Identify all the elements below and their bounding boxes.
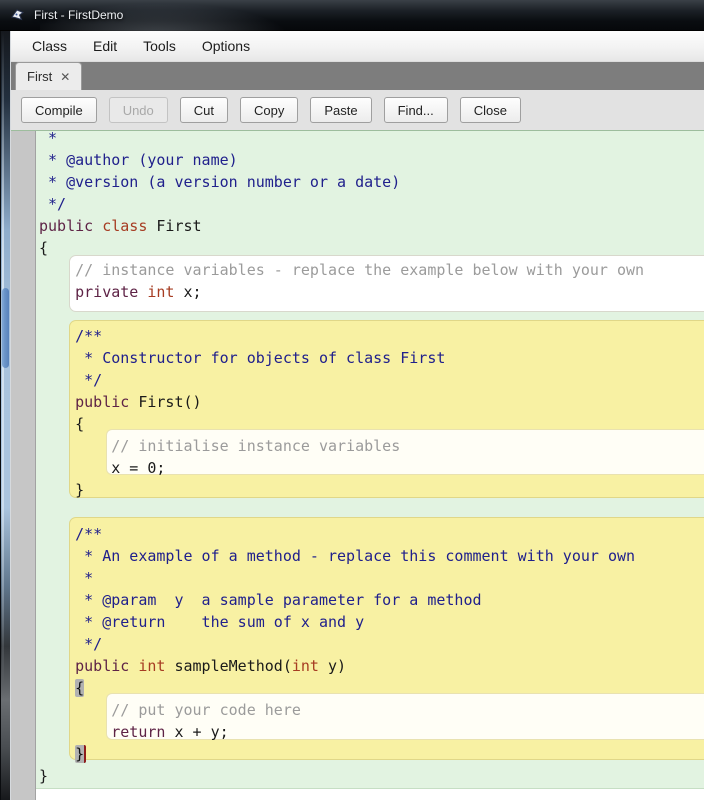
- code-token: *: [39, 131, 57, 147]
- code-token: {: [39, 415, 84, 433]
- code-token: // instance variables - replace the exam…: [39, 261, 644, 279]
- code-line: }: [36, 743, 704, 765]
- toolbar-button-close[interactable]: Close: [460, 97, 521, 123]
- code-token: public: [39, 217, 102, 235]
- editor-gutter[interactable]: [11, 131, 36, 800]
- code-line: /**: [36, 325, 704, 347]
- code-line: *: [36, 567, 704, 589]
- menu-item-class[interactable]: Class: [19, 31, 80, 61]
- code-lines: * * @author (your name) * @version (a ve…: [36, 131, 704, 787]
- app-icon: [10, 7, 26, 23]
- code-token: x;: [184, 283, 202, 301]
- code-token: }: [39, 481, 84, 499]
- code-token: {: [39, 239, 48, 257]
- editor: * * @author (your name) * @version (a ve…: [11, 130, 704, 800]
- code-line: }: [36, 765, 704, 787]
- code-token: */: [39, 635, 102, 653]
- tab-row: First ✕: [11, 62, 704, 90]
- code-line: *: [36, 131, 704, 149]
- window-titlebar[interactable]: First - FirstDemo: [0, 0, 704, 31]
- code-line: public int sampleMethod(int y): [36, 655, 704, 677]
- code-line: */: [36, 193, 704, 215]
- code-line: * @version (a version number or a date): [36, 171, 704, 193]
- frame-glass-highlight: [2, 31, 4, 800]
- code-token: public: [39, 393, 138, 411]
- tab-close-icon[interactable]: ✕: [60, 71, 70, 83]
- code-token: First(): [138, 393, 201, 411]
- code-token: * Constructor for objects of class First: [39, 349, 445, 367]
- menu-item-edit[interactable]: Edit: [80, 31, 130, 61]
- toolbar-button-copy[interactable]: Copy: [240, 97, 298, 123]
- code-token: [39, 679, 75, 697]
- code-token: y): [319, 657, 346, 675]
- code-line: [36, 501, 704, 523]
- code-line: */: [36, 633, 704, 655]
- code-token: }: [75, 745, 86, 763]
- code-line: public class First: [36, 215, 704, 237]
- code-token: public: [39, 657, 138, 675]
- code-line: return x + y;: [36, 721, 704, 743]
- tab-label: First: [27, 69, 52, 84]
- toolbar-button-cut[interactable]: Cut: [180, 97, 228, 123]
- code-line: {: [36, 677, 704, 699]
- code-line: x = 0;: [36, 457, 704, 479]
- editor-window: ClassEditToolsOptions First ✕ Compile Und…: [10, 31, 704, 800]
- code-token: // put your code here: [39, 701, 301, 719]
- code-token: }: [39, 767, 48, 785]
- code-token: */: [39, 371, 102, 389]
- tab-first[interactable]: First ✕: [15, 62, 82, 90]
- code-line: // instance variables - replace the exam…: [36, 259, 704, 281]
- menu-item-options[interactable]: Options: [189, 31, 263, 61]
- code-line: * Constructor for objects of class First: [36, 347, 704, 369]
- code-token: * @param y a sample parameter for a meth…: [39, 591, 482, 609]
- screen: { "window": { "title": "First - FirstDem…: [0, 0, 704, 800]
- code-line: /**: [36, 523, 704, 545]
- code-line: public First(): [36, 391, 704, 413]
- code-token: int: [138, 657, 174, 675]
- code-token: private: [39, 283, 147, 301]
- toolbar-button-paste[interactable]: Paste: [310, 97, 371, 123]
- code-line: * @return the sum of x and y: [36, 611, 704, 633]
- code-token: * @author (your name): [39, 151, 238, 169]
- code-area[interactable]: * * @author (your name) * @version (a ve…: [36, 131, 704, 800]
- code-token: x + y;: [174, 723, 228, 741]
- toolbar-button-undo[interactable]: Undo: [109, 97, 168, 123]
- code-token: int: [147, 283, 183, 301]
- code-token: return: [39, 723, 174, 741]
- code-line: [36, 303, 704, 325]
- code-token: sampleMethod(: [174, 657, 291, 675]
- code-token: /**: [39, 525, 102, 543]
- code-token: x = 0;: [39, 459, 165, 477]
- menu-bar: ClassEditToolsOptions: [11, 31, 704, 62]
- code-token: *: [39, 569, 93, 587]
- code-token: * @version (a version number or a date): [39, 173, 400, 191]
- code-line: {: [36, 237, 704, 259]
- code-token: // initialise instance variables: [39, 437, 400, 455]
- code-line: */: [36, 369, 704, 391]
- code-token: int: [292, 657, 319, 675]
- code-token: [39, 745, 75, 763]
- code-token: * @return the sum of x and y: [39, 613, 364, 631]
- code-token: First: [156, 217, 201, 235]
- code-line: // put your code here: [36, 699, 704, 721]
- window-frame-edge: [0, 31, 10, 800]
- code-line: }: [36, 479, 704, 501]
- frame-glass-blue-streak: [2, 288, 9, 368]
- toolbar-button-compile[interactable]: Compile: [21, 97, 97, 123]
- code-token: class: [102, 217, 156, 235]
- code-token: */: [39, 195, 66, 213]
- code-token: {: [75, 679, 84, 697]
- code-line: // initialise instance variables: [36, 435, 704, 457]
- toolbar-button-find[interactable]: Find...: [384, 97, 448, 123]
- code-token: * An example of a method - replace this …: [39, 547, 635, 565]
- toolbar: Compile Undo Cut Copy Paste Find... Close: [11, 90, 704, 130]
- code-line: private int x;: [36, 281, 704, 303]
- menu-item-tools[interactable]: Tools: [130, 31, 189, 61]
- code-line: * @author (your name): [36, 149, 704, 171]
- code-line: {: [36, 413, 704, 435]
- code-line: * An example of a method - replace this …: [36, 545, 704, 567]
- code-line: * @param y a sample parameter for a meth…: [36, 589, 704, 611]
- code-token: /**: [39, 327, 102, 345]
- window-title: First - FirstDemo: [34, 8, 123, 22]
